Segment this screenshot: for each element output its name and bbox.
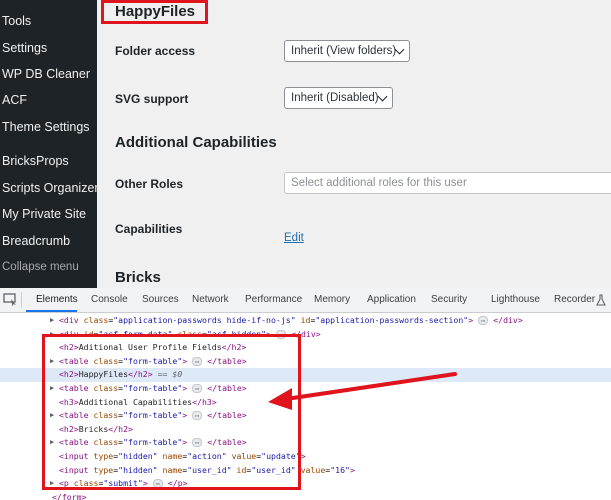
annotation-arrow-icon (268, 372, 457, 410)
